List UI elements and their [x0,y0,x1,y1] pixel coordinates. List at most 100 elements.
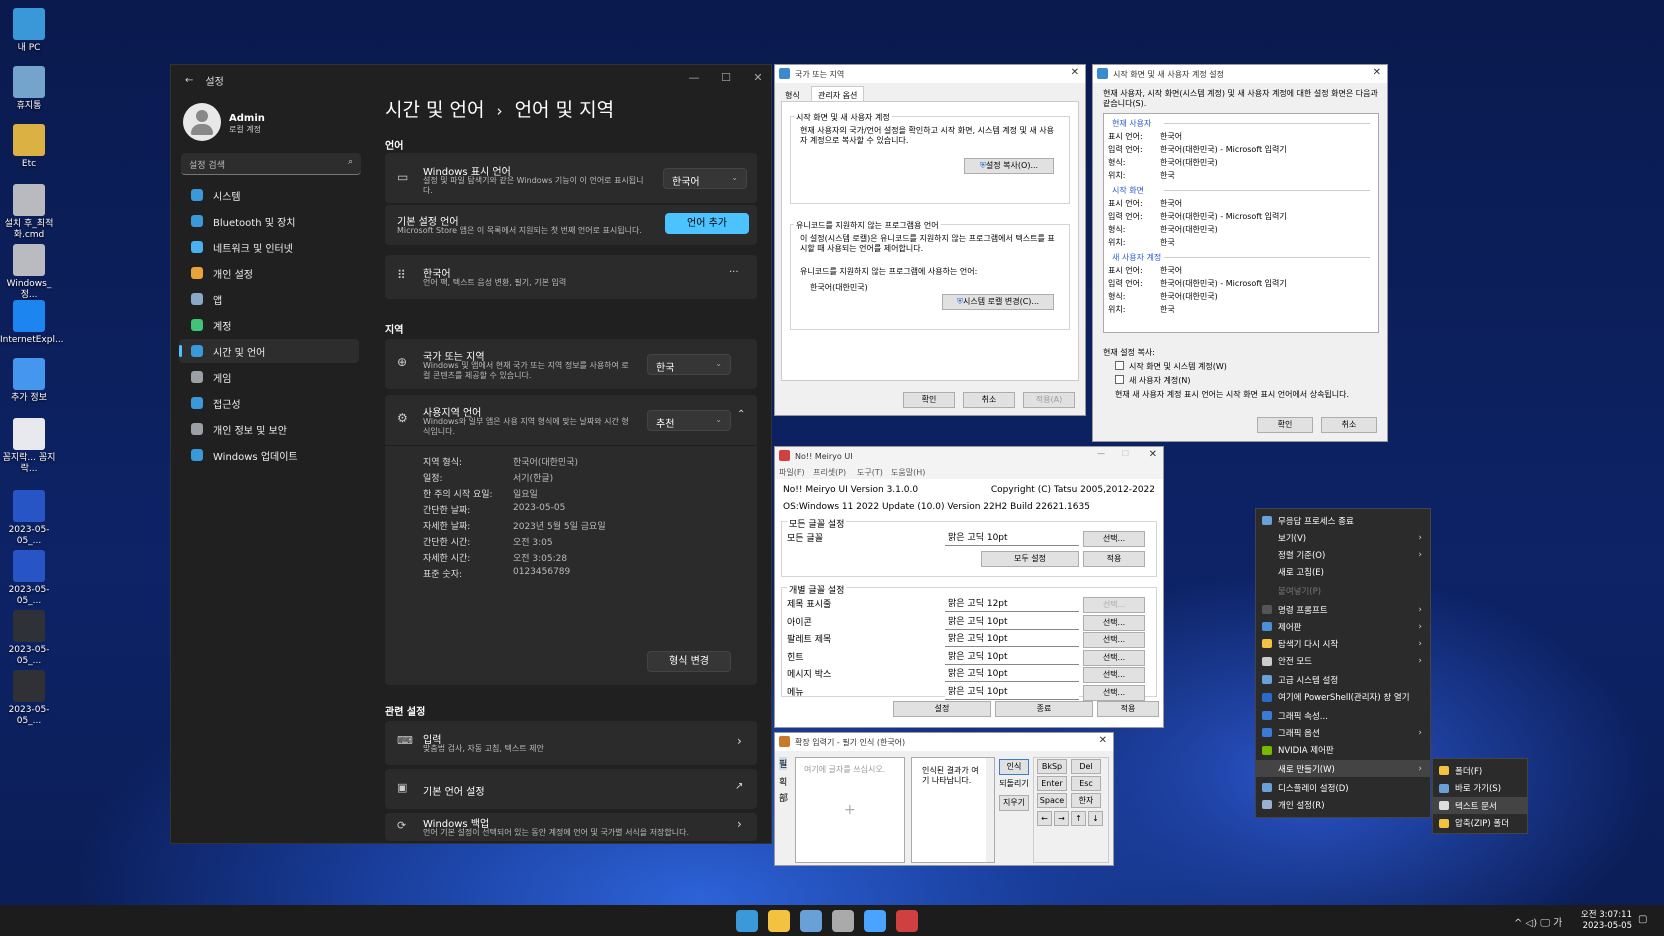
desktop-icon[interactable]: 설치 후_최적화.cmd [0,184,58,241]
context-menu-item[interactable]: 디스플레이 설정(D) [1256,779,1430,796]
ime-key[interactable]: BkSp [1037,759,1067,774]
close-button[interactable]: ✕ [1373,67,1381,78]
sidebar-item[interactable]: 게임 [179,365,359,389]
display-language-dropdown[interactable]: 한국어 ⌄ [663,168,747,189]
menu-preset[interactable]: 프리셋(P) [813,467,846,478]
ime-key[interactable]: Esc [1071,776,1101,791]
context-menu-item[interactable]: 명령 프롬프트 › [1256,601,1430,618]
context-menu-item[interactable]: 새로 만들기(W) › [1256,760,1430,778]
breadcrumb-parent[interactable]: 시간 및 언어 [385,99,484,121]
sidebar-item[interactable]: 접근성 [179,391,359,415]
select-font-button[interactable]: 선택... [1083,614,1145,631]
desktop-icon[interactable]: 휴지통 [0,66,58,112]
screenshot-app-icon[interactable] [800,910,822,932]
search-input[interactable]: 설정 검색 ⌕ [181,153,361,175]
admin-language-card[interactable]: ▣ 기본 언어 설정 ↗ [385,769,757,809]
desktop-icon[interactable]: 2023-05-05_... [0,490,58,547]
sidebar-item[interactable]: 개인 설정 [179,261,359,285]
settings-button[interactable]: 설정 [893,701,991,717]
minimize-button[interactable]: — [1097,449,1105,458]
ime-key[interactable]: 한자 [1071,793,1101,808]
select-font-button[interactable]: 선택... [1083,649,1145,666]
clock-time[interactable]: 오전 3:07:11 [1576,908,1632,920]
undo-button[interactable]: 되돌리기 [999,777,1029,793]
tab-format[interactable]: 형식 [785,90,800,101]
ok-button[interactable]: 확인 [903,392,955,408]
sidebar-item[interactable]: 계정 [179,313,359,337]
korean-language-row[interactable]: ⠿ 한국어 언어 팩, 텍스트 음성 변환, 필기, 기본 입력 ··· [385,255,757,299]
clock-date[interactable]: 2023-05-05 [1576,921,1632,931]
context-menu-item[interactable]: 무응답 프로세스 종료 [1256,512,1430,529]
system-tray-icons[interactable]: ^ ◁) 🖵 가 [1514,914,1562,929]
sidebar-item[interactable]: Bluetooth 및 장치 [179,209,359,233]
notification-icon[interactable]: ▢ [1638,914,1647,925]
set-all-button[interactable]: 모두 설정 [981,551,1079,567]
meiryo-app-icon[interactable] [896,910,918,932]
chevron-up-icon[interactable]: ⌃ [737,409,745,420]
context-menu-item[interactable]: 그래픽 옵션 › [1256,724,1430,741]
desktop-icon[interactable]: Windows_정... [0,244,58,301]
maximize-button[interactable]: ☐ [711,71,741,84]
context-menu-item[interactable]: 안전 모드 › [1256,653,1430,670]
menu-file[interactable]: 파일(F) [779,467,805,478]
desktop-icon[interactable]: Etc [0,124,58,170]
sidebar-item[interactable]: 시간 및 언어 [179,339,359,363]
desktop-icon[interactable]: 꼼지락... 꼼지락... [0,418,58,475]
context-menu-item[interactable]: 새로 고침(E) [1256,564,1430,581]
handwriting-canvas[interactable]: 여기에 글자를 쓰십시오. + [795,757,905,863]
sidebar-item[interactable]: 앱 [179,287,359,311]
desktop-icon[interactable]: 2023-05-05_... [0,610,58,667]
sidebar-item[interactable]: 네트워크 및 인터넷 [179,235,359,259]
start-icon[interactable] [736,910,758,932]
context-menu-item[interactable]: 제어판 › [1256,618,1430,635]
sidebar-item[interactable]: Windows 업데이트 [179,443,359,467]
select-all-font-button[interactable]: 선택... [1083,531,1145,547]
context-menu-item[interactable]: 탐색기 다시 시작 › [1256,635,1430,652]
arrow-key[interactable]: → [1054,811,1069,826]
arrow-key[interactable]: ↓ [1088,811,1103,826]
context-menu-item[interactable]: 붙여넣기(P) [1256,582,1430,599]
mode-stroke[interactable]: 획 [779,775,787,788]
mode-handwriting[interactable]: 필 [779,757,788,770]
menu-help[interactable]: 도움말(H) [891,467,925,478]
settings-gear-icon[interactable] [832,910,854,932]
desktop-icon[interactable]: 내 PC [0,8,58,54]
scrollbar[interactable] [986,758,994,862]
select-font-button[interactable]: 선택... [1083,684,1145,701]
sidebar-item[interactable]: 시스템 [179,183,359,207]
cancel-button[interactable]: 취소 [963,392,1015,408]
context-menu-item[interactable]: 정렬 기준(O) › [1256,546,1430,563]
maximize-button[interactable]: ☐ [1122,449,1129,458]
desktop-icon[interactable]: 2023-05-05_... [0,550,58,607]
change-format-button[interactable]: 형식 변경 [647,651,731,672]
checkbox-start-screen[interactable] [1115,361,1124,370]
apply-button[interactable]: 적용(A) [1023,392,1075,408]
apply-button[interactable]: 적용 [1097,701,1159,717]
menu-tools[interactable]: 도구(T) [857,467,883,478]
select-font-button[interactable]: 선택... [1083,667,1145,683]
desktop-icon[interactable]: 추가 정보 [0,358,58,404]
ok-button[interactable]: 확인 [1257,417,1313,433]
back-arrow-icon[interactable]: ← [185,75,193,86]
more-options-icon[interactable]: ··· [729,267,739,278]
checkbox-new-user[interactable] [1115,375,1124,384]
recognition-result-list[interactable]: 인식된 결과가 여기 나타납니다. [911,757,995,863]
globe-icon[interactable] [864,910,886,932]
desktop-icon[interactable]: InternetExpl... [0,300,64,346]
change-system-locale-button[interactable]: ⛨시스템 로캘 변경(C)... [942,294,1054,310]
close-button[interactable]: ✕ [743,71,773,84]
close-button[interactable]: ✕ [1149,449,1157,460]
copy-settings-button[interactable]: ⛨설정 복사(O)... [964,158,1054,174]
select-font-button[interactable]: 선택... [1083,632,1145,648]
context-menu-item[interactable]: 보기(V) › [1256,529,1430,546]
cancel-button[interactable]: 취소 [1321,417,1377,433]
apply-all-button[interactable]: 적용 [1083,551,1145,567]
submenu-item[interactable]: 폴더(F) [1433,762,1527,779]
context-menu-item[interactable]: 개인 설정(R) [1256,796,1430,813]
submenu-item[interactable]: 압축(ZIP) 폴더 [1433,815,1527,832]
clear-button[interactable]: 지우기 [999,795,1029,811]
submenu-item[interactable]: 바로 가기(S) [1433,780,1527,797]
sidebar-item[interactable]: 개인 정보 및 보안 [179,417,359,441]
drag-handle-icon[interactable]: ⠿ [397,268,406,282]
submenu-item[interactable]: 텍스트 문서 [1433,797,1527,814]
